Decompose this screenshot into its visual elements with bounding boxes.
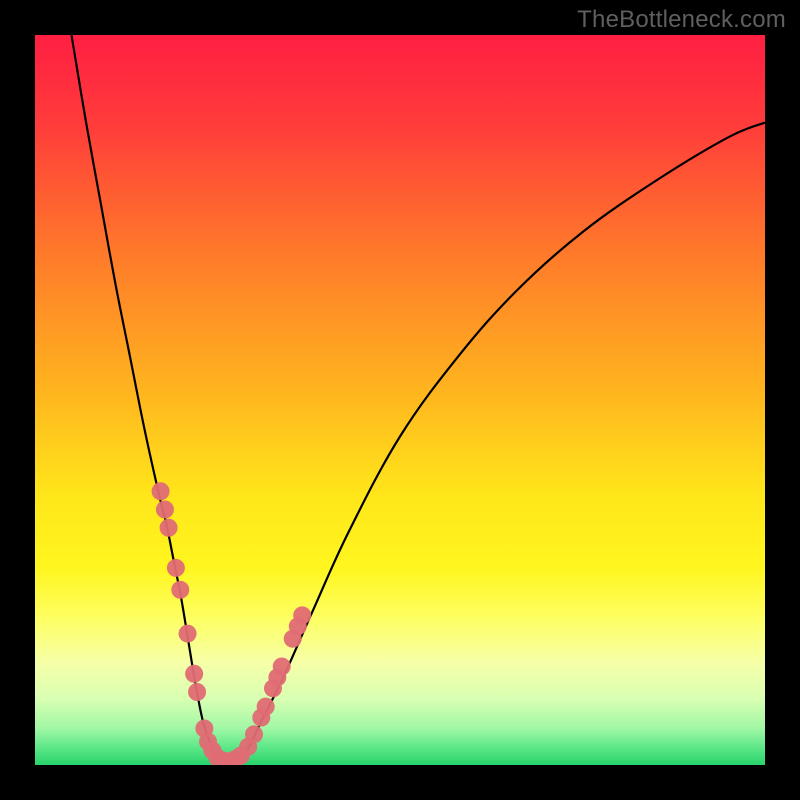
data-marker bbox=[273, 657, 291, 675]
data-marker bbox=[156, 501, 174, 519]
data-marker bbox=[245, 725, 263, 743]
data-marker bbox=[293, 606, 311, 624]
marker-group bbox=[152, 482, 312, 765]
watermark-text: TheBottleneck.com bbox=[577, 6, 786, 34]
data-marker bbox=[179, 625, 197, 643]
curve-layer bbox=[35, 35, 765, 765]
chart-frame: TheBottleneck.com bbox=[0, 0, 800, 800]
bottleneck-curve bbox=[72, 35, 766, 762]
data-marker bbox=[188, 683, 206, 701]
data-marker bbox=[185, 665, 203, 683]
data-marker bbox=[171, 581, 189, 599]
data-marker bbox=[152, 482, 170, 500]
data-marker bbox=[167, 559, 185, 577]
data-marker bbox=[160, 519, 178, 537]
plot-area bbox=[35, 35, 765, 765]
data-marker bbox=[257, 698, 275, 716]
